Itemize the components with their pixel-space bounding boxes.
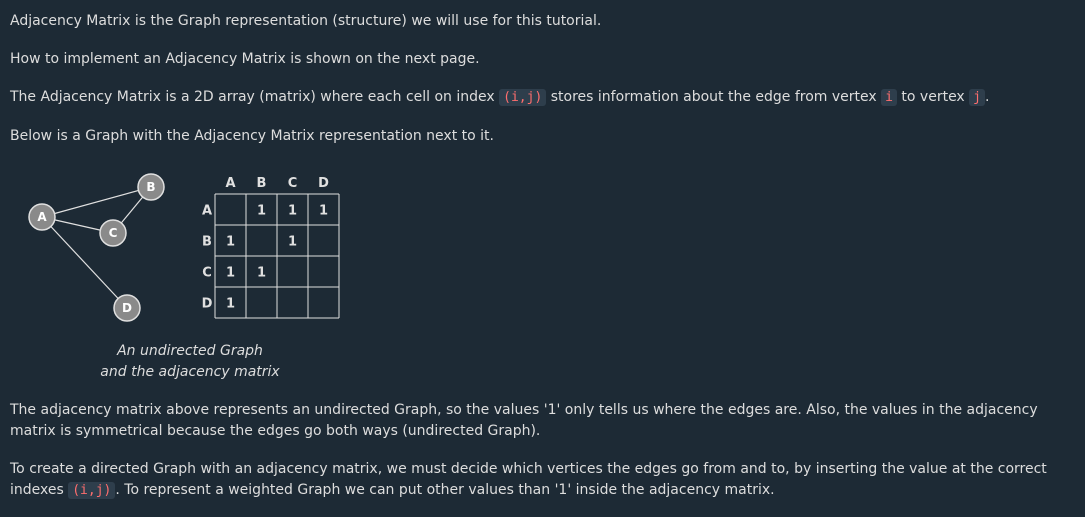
inline-code: (i,j)	[68, 482, 116, 499]
matrix-row-label: D	[202, 297, 213, 312]
caption-line-1: An undirected Graph	[117, 343, 263, 359]
text-segment: The Adjacency Matrix is a 2D array (matr…	[10, 89, 500, 105]
matrix-cell-value: 1	[226, 297, 235, 312]
text-segment: .	[985, 89, 990, 105]
graph-node-label: B	[146, 180, 155, 194]
graph-edge-a-b	[41, 186, 152, 218]
paragraph-definition: The Adjacency Matrix is a 2D array (matr…	[10, 87, 989, 108]
matrix-row-label: A	[202, 204, 212, 219]
paragraph-intro: Adjacency Matrix is the Graph representa…	[10, 13, 602, 29]
text-segment: stores information about the edge from v…	[546, 89, 882, 105]
graph-and-matrix-illustration: ABCDA B C DABCD1 1 11 11 11	[28, 173, 340, 322]
text-segment: to vertex	[896, 89, 970, 105]
matrix-cell-value: 1	[288, 204, 297, 219]
paragraph-figure-intro: Below is a Graph with the Adjacency Matr…	[10, 128, 494, 144]
matrix-column-label: B	[257, 176, 267, 191]
graph-node-label: C	[109, 226, 118, 240]
paragraph-directed-explanation: To create a directed Graph with an adjac…	[10, 459, 1070, 501]
text-segment: . To represent a weighted Graph we can p…	[115, 482, 775, 498]
matrix-row-label: C	[202, 266, 212, 281]
matrix-row-label: B	[202, 235, 212, 250]
matrix-cell-value: 1	[288, 235, 297, 250]
matrix-cell-value: 1	[226, 235, 235, 250]
paragraph-undirected-explanation: The adjacency matrix above represents an…	[10, 402, 1038, 439]
matrix-column-label: C	[288, 176, 298, 191]
matrix-cell-value: 1	[257, 204, 266, 219]
inline-code: (i,j)	[499, 89, 547, 106]
caption-line-2: and the adjacency matrix	[100, 364, 280, 380]
inline-code: i	[881, 89, 897, 106]
matrix-cell-value: 1	[257, 266, 266, 281]
matrix-column-label: D	[318, 176, 329, 191]
matrix-cell-value: 1	[226, 266, 235, 281]
figure-caption: An undirected Graph and the adjacency ma…	[10, 341, 370, 383]
inline-code: j	[969, 89, 985, 106]
graph-node-label: D	[122, 301, 132, 315]
graph-figure: ABCDABCDABCD11111111 An undirected Graph…	[10, 165, 370, 390]
graph-node-label: A	[37, 210, 47, 224]
matrix-cell-value: 1	[319, 204, 328, 219]
matrix-column-label: A	[225, 176, 235, 191]
paragraph-implementation-note: How to implement an Adjacency Matrix is …	[10, 51, 480, 67]
